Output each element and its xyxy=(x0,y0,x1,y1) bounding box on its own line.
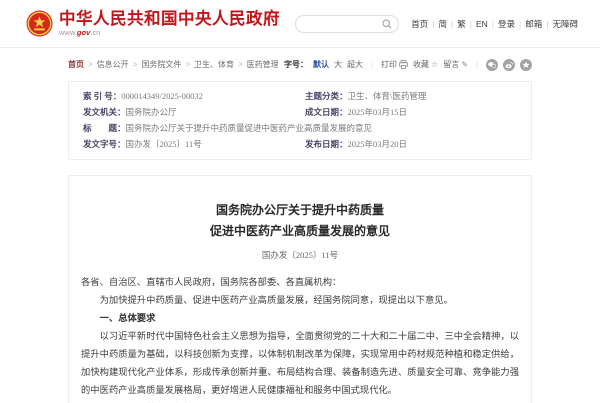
document-number: 国办发〔2025〕11号 xyxy=(81,249,519,261)
search-box xyxy=(295,15,399,33)
meta-topic: 主题分类：卫生、体育\医药管理 xyxy=(305,91,517,102)
breadcrumb: 首页 > 信息公开 > 国务院文件 > 卫生、体育 > 医药管理 xyxy=(68,59,279,70)
qzone-share-icon[interactable] xyxy=(520,59,532,71)
search-input[interactable] xyxy=(304,17,382,31)
font-size-large[interactable]: 大 xyxy=(334,59,342,70)
favorite-button[interactable]: 收藏 ☆ xyxy=(413,59,438,70)
breadcrumb-health-sports[interactable]: 卫生、体育 xyxy=(194,59,234,70)
comment-button[interactable]: 留言 ✎ xyxy=(443,59,468,70)
meta-index: 索 引 号：000014349/2025-00032 xyxy=(83,91,305,102)
national-emblem-icon xyxy=(26,10,53,37)
font-size-default[interactable]: 默认 xyxy=(313,59,329,70)
top-link-mail[interactable]: 邮箱 xyxy=(525,18,542,30)
meta-title: 标 题：国务院办公厅关于提升中药质量促进中医药产业高质量发展的意见 xyxy=(83,123,517,134)
top-link-accessibility[interactable]: 无障碍 xyxy=(552,18,578,30)
top-link-login[interactable]: 登录 xyxy=(498,18,515,30)
section1-paragraph: 以习近平新时代中国特色社会主义思想为指导，全面贯彻党的二十大和二十届二中、三中全… xyxy=(81,328,519,400)
site-header: 中华人民共和国中央人民政府 www.gov.cn 首页 | 简 xyxy=(0,0,600,48)
breadcrumb-toolbar-row: 首页 > 信息公开 > 国务院文件 > 卫生、体育 > 医药管理 字号： 默认 … xyxy=(68,48,532,81)
top-link-simplified[interactable]: 简 xyxy=(439,18,448,30)
document-metadata-box: 索 引 号：000014349/2025-00032 主题分类：卫生、体育\医药… xyxy=(68,81,532,160)
top-link-en[interactable]: EN xyxy=(476,19,488,29)
section1-heading: 一、总体要求 xyxy=(81,310,519,328)
document-title: 国务院办公厅关于提升中药质量 促进中医药产业高质量发展的意见 xyxy=(81,200,519,242)
breadcrumb-info-disclosure[interactable]: 信息公开 xyxy=(97,59,129,70)
site-url: www.gov.cn xyxy=(59,29,280,37)
printer-icon xyxy=(399,60,408,69)
gov-cn-page: 中华人民共和国中央人民政府 www.gov.cn 首页 | 简 xyxy=(0,0,600,403)
top-link-home[interactable]: 首页 xyxy=(411,18,428,30)
site-title: 中华人民共和国中央人民政府 xyxy=(59,11,280,28)
meta-written-date: 成文日期：2025年03月15日 xyxy=(305,107,517,118)
salutation-paragraph: 各省、自治区、直辖市人民政府，国务院各部委、各直属机构： xyxy=(81,274,519,292)
pencil-icon: ✎ xyxy=(461,60,468,69)
document-body: 各省、自治区、直辖市人民政府，国务院各部委、各直属机构： 为加快提升中药质量、促… xyxy=(81,274,519,403)
page-toolbar: 字号： 默认 大 超大 | 打印 收藏 ☆ 留言 xyxy=(284,59,532,71)
top-nav: 首页 | 简 | 繁 | EN | 登录 | 邮箱 | 无障碍 xyxy=(411,18,578,30)
star-icon: ☆ xyxy=(431,60,438,69)
font-size-xlarge[interactable]: 超大 xyxy=(347,59,363,70)
print-button[interactable]: 打印 xyxy=(381,59,408,70)
breadcrumb-medicine-admin[interactable]: 医药管理 xyxy=(247,59,279,70)
site-logo[interactable]: 中华人民共和国中央人民政府 www.gov.cn xyxy=(26,10,280,37)
search-icon[interactable] xyxy=(382,19,392,29)
top-link-traditional[interactable]: 繁 xyxy=(457,18,466,30)
breadcrumb-state-council-docs[interactable]: 国务院文件 xyxy=(141,59,181,70)
weibo-share-icon[interactable] xyxy=(503,59,515,71)
breadcrumb-home[interactable]: 首页 xyxy=(68,59,84,70)
intro-paragraph: 为加快提升中药质量、促进中医药产业高质量发展，经国务院同意，现提出以下意见。 xyxy=(81,292,519,310)
meta-doc-number: 发文字号：国办发〔2025〕11号 xyxy=(83,139,305,150)
document-content-box: 国务院办公厅关于提升中药质量 促进中医药产业高质量发展的意见 国办发〔2025〕… xyxy=(68,175,532,403)
meta-publish-date: 发布日期：2025年03月20日 xyxy=(305,139,517,150)
font-size-label: 字号： xyxy=(284,59,308,70)
wechat-share-icon[interactable] xyxy=(486,59,498,71)
meta-issuer: 发文机关：国务院办公厅 xyxy=(83,107,305,118)
